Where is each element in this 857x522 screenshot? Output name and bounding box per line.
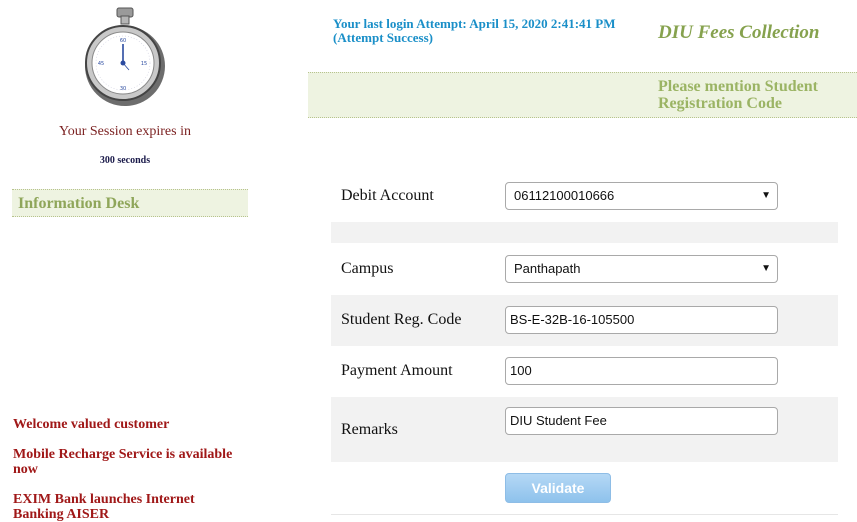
information-desk-title: Information Desk — [12, 189, 248, 217]
svg-text:30: 30 — [120, 86, 126, 92]
payment-amount-value: 100 — [510, 363, 532, 378]
page-title: DIU Fees Collection — [658, 22, 820, 43]
campus-label: Campus — [341, 260, 394, 277]
campus-value: Panthapath — [514, 261, 581, 276]
session-expiry-label: Your Session expires in — [59, 124, 191, 139]
svg-text:60: 60 — [120, 38, 126, 44]
svg-text:45: 45 — [98, 61, 104, 67]
student-reg-code-input[interactable]: BS-E-32B-16-105500 — [505, 306, 778, 334]
remarks-value: DIU Student Fee — [510, 413, 607, 428]
debit-account-value: 06112100010666 — [514, 188, 615, 203]
chevron-down-icon: ▼ — [761, 263, 771, 274]
chevron-down-icon: ▼ — [761, 190, 771, 201]
news-item: Welcome valued customer — [13, 417, 170, 432]
stopwatch-icon: 60 15 30 45 — [85, 7, 165, 106]
svg-text:15: 15 — [141, 61, 147, 67]
payment-amount-input[interactable]: 100 — [505, 357, 778, 385]
campus-row: Campus Panthapath ▼ — [331, 243, 838, 295]
last-login-status: Your last login Attempt: April 15, 2020 … — [333, 16, 616, 45]
news-item: Mobile Recharge Service is available now — [13, 447, 233, 477]
student-reg-code-value: BS-E-32B-16-105500 — [510, 312, 635, 327]
debit-account-select[interactable]: 06112100010666 ▼ — [505, 182, 778, 210]
remarks-row: Remarks DIU Student Fee — [331, 397, 838, 462]
validate-button[interactable]: Validate — [505, 473, 611, 503]
instruction-text: Please mention Student Registration Code — [658, 78, 818, 112]
payment-amount-label: Payment Amount — [341, 362, 453, 379]
remarks-input[interactable]: DIU Student Fee — [505, 407, 778, 435]
student-reg-code-row: Student Reg. Code BS-E-32B-16-105500 — [331, 295, 838, 346]
form-divider — [331, 514, 838, 515]
session-seconds: 300 seconds — [99, 155, 151, 166]
student-reg-code-label: Student Reg. Code — [341, 311, 462, 328]
campus-select[interactable]: Panthapath ▼ — [505, 255, 778, 283]
debit-account-label: Debit Account — [341, 187, 434, 204]
payment-amount-row: Payment Amount 100 — [331, 346, 838, 397]
spacer-row — [331, 222, 838, 243]
debit-account-row: Debit Account 06112100010666 ▼ — [331, 172, 838, 222]
remarks-label: Remarks — [341, 421, 398, 438]
instruction-banner: Please mention Student Registration Code — [308, 72, 857, 118]
